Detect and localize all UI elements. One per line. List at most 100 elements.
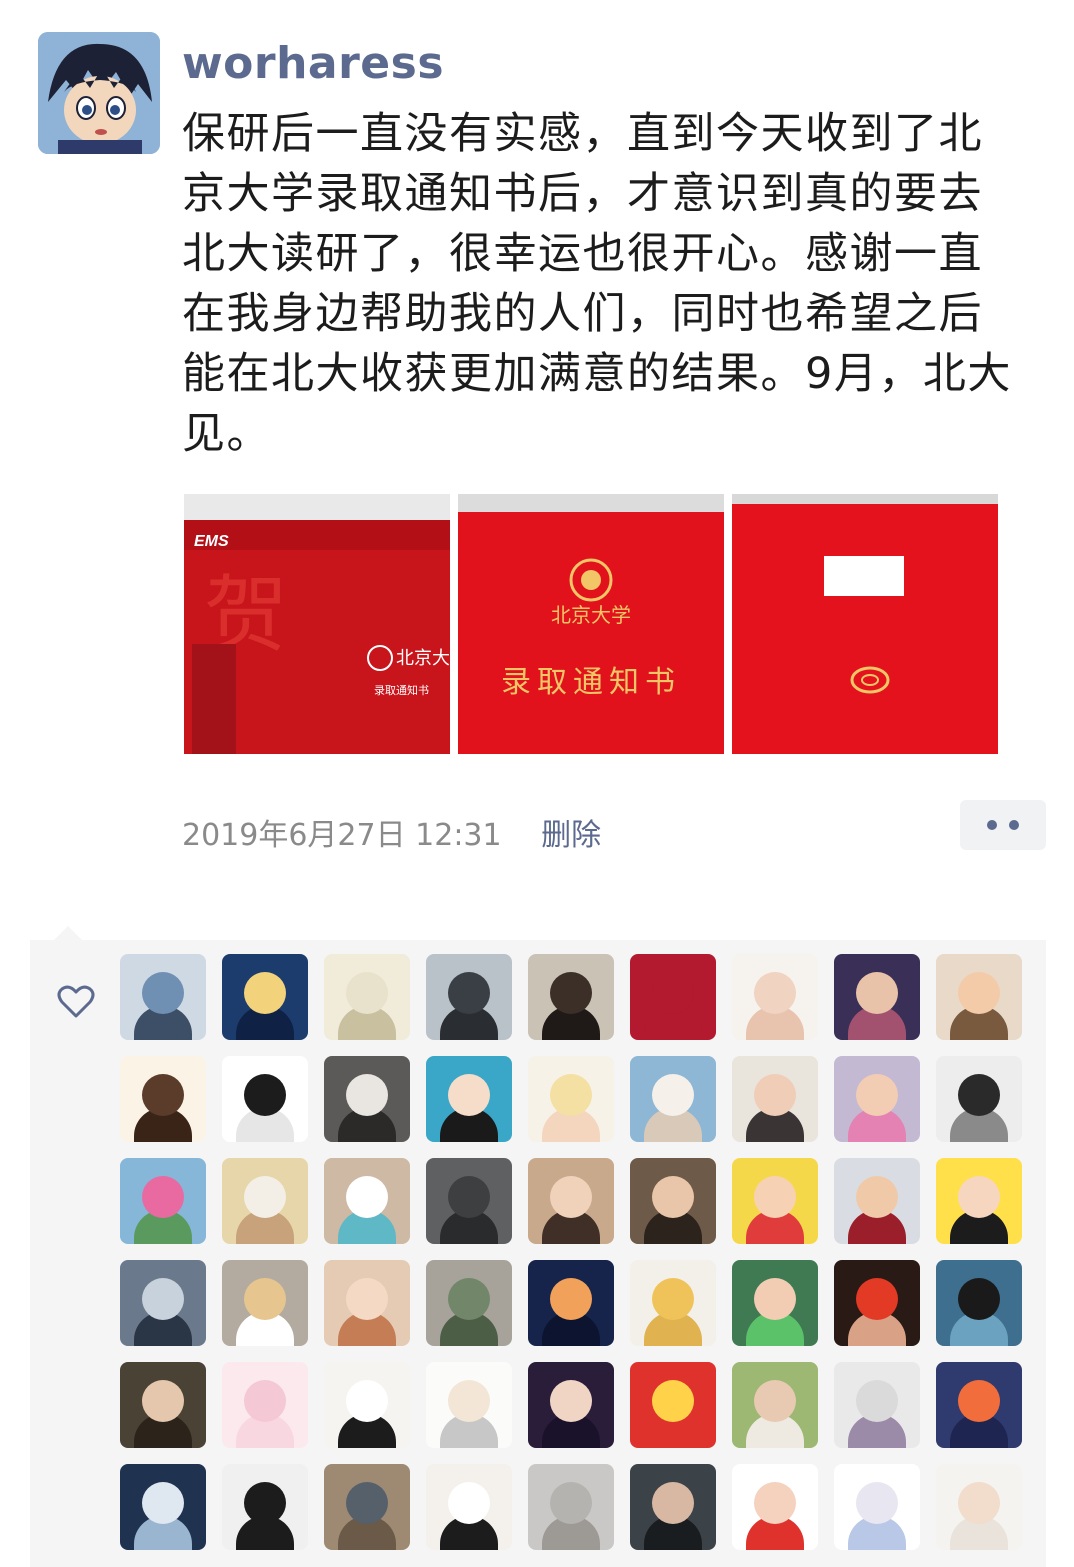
post-timestamp: 2019年6月27日 12:31	[182, 818, 502, 853]
svg-text:录取通知书: 录取通知书	[501, 665, 681, 700]
liker-avatar[interactable]	[936, 954, 1022, 1040]
liker-avatar[interactable]	[732, 1056, 818, 1142]
post-text: 保研后一直没有实感，直到今天收到了北 京大学录取通知书后，才意识到真的要去 北大…	[182, 109, 1012, 459]
post-username[interactable]: worharess	[182, 38, 444, 89]
liker-avatar[interactable]	[222, 1464, 308, 1550]
liker-avatar[interactable]	[120, 954, 206, 1040]
avatar-figure-head	[958, 1176, 1000, 1218]
liker-avatar[interactable]	[936, 1260, 1022, 1346]
liker-avatar[interactable]	[222, 1158, 308, 1244]
ems-envelope-image: EMS 贺 北京大 录取通知书	[184, 494, 450, 754]
avatar-figure-head	[346, 1074, 388, 1116]
avatar-figure-head	[244, 972, 286, 1014]
liker-avatar[interactable]	[732, 1260, 818, 1346]
liker-avatar[interactable]	[732, 1464, 818, 1550]
avatar-figure-head	[652, 1176, 694, 1218]
avatar-figure-head	[754, 1278, 796, 1320]
delete-link[interactable]: 删除	[541, 818, 601, 853]
liker-avatar[interactable]	[732, 1158, 818, 1244]
liker-avatar[interactable]	[324, 1362, 410, 1448]
liker-avatar[interactable]	[426, 1464, 512, 1550]
liker-avatar[interactable]	[528, 1056, 614, 1142]
admission-cover-image: 北京大学 录取通知书	[458, 494, 724, 754]
liker-avatar[interactable]	[834, 1464, 920, 1550]
liker-avatar[interactable]	[120, 1362, 206, 1448]
liker-avatar[interactable]	[426, 1158, 512, 1244]
liker-avatar[interactable]	[936, 1056, 1022, 1142]
liker-avatar[interactable]	[630, 1260, 716, 1346]
photo-admission-cover[interactable]: 北京大学 录取通知书	[458, 494, 724, 754]
avatar-figure-head	[550, 1074, 592, 1116]
liker-avatar[interactable]	[426, 1362, 512, 1448]
liker-avatar[interactable]	[732, 954, 818, 1040]
avatar-figure-head	[652, 1380, 694, 1422]
avatar-figure-head	[550, 1482, 592, 1524]
liker-avatar[interactable]	[936, 1464, 1022, 1550]
avatar-figure-head	[550, 1176, 592, 1218]
avatar-figure-head	[142, 1278, 184, 1320]
avatar-figure-head	[856, 1278, 898, 1320]
avatar-figure-head	[856, 1176, 898, 1218]
avatar-figure-head	[652, 1482, 694, 1524]
liker-avatar[interactable]	[528, 1260, 614, 1346]
post-avatar[interactable]	[38, 32, 160, 154]
liker-avatar[interactable]	[324, 1260, 410, 1346]
liker-avatar[interactable]	[120, 1056, 206, 1142]
liker-avatar[interactable]	[630, 1464, 716, 1550]
photo-ems-envelope[interactable]: EMS 贺 北京大 录取通知书	[184, 494, 450, 754]
avatar-figure-head	[958, 1074, 1000, 1116]
avatar-figure-head	[958, 972, 1000, 1014]
liker-avatar[interactable]	[426, 1260, 512, 1346]
liker-avatar[interactable]	[120, 1260, 206, 1346]
liker-avatar[interactable]	[834, 1260, 920, 1346]
avatar-figure-head	[550, 1380, 592, 1422]
liker-avatar[interactable]	[834, 1158, 920, 1244]
liker-avatar[interactable]	[324, 954, 410, 1040]
liker-avatar[interactable]	[936, 1158, 1022, 1244]
liker-avatar[interactable]	[426, 1056, 512, 1142]
avatar-figure-head	[346, 1380, 388, 1422]
liker-avatar[interactable]	[834, 1056, 920, 1142]
liker-avatar[interactable]	[324, 1056, 410, 1142]
avatar-figure-head	[142, 972, 184, 1014]
liker-avatar[interactable]	[834, 954, 920, 1040]
liker-avatar[interactable]	[834, 1362, 920, 1448]
svg-text:北京大: 北京大	[396, 648, 450, 669]
liker-avatar[interactable]	[936, 1362, 1022, 1448]
liker-avatar[interactable]	[222, 1056, 308, 1142]
avatar-figure-head	[142, 1074, 184, 1116]
svg-text:EMS: EMS	[194, 533, 229, 550]
avatar-figure-head	[142, 1176, 184, 1218]
avatar-figure-head	[346, 972, 388, 1014]
liker-avatar[interactable]	[120, 1464, 206, 1550]
liker-avatar[interactable]	[222, 1362, 308, 1448]
liker-avatar[interactable]	[222, 954, 308, 1040]
liker-avatar[interactable]	[630, 1158, 716, 1244]
more-button[interactable]	[960, 800, 1046, 850]
liker-avatar[interactable]	[630, 954, 716, 1040]
avatar-figure-head	[550, 972, 592, 1014]
photo-envelope-back[interactable]	[732, 494, 998, 754]
avatar-figure-head	[448, 1380, 490, 1422]
liker-avatar[interactable]	[732, 1362, 818, 1448]
avatar-figure-head	[448, 1074, 490, 1116]
liker-avatar[interactable]	[426, 954, 512, 1040]
liker-avatar[interactable]	[324, 1158, 410, 1244]
conan-avatar-icon	[38, 32, 160, 154]
liker-avatar[interactable]	[630, 1362, 716, 1448]
liker-avatar[interactable]	[528, 1464, 614, 1550]
liker-avatar[interactable]	[528, 1362, 614, 1448]
avatar-figure-head	[856, 1380, 898, 1422]
liker-avatar[interactable]	[528, 954, 614, 1040]
avatar-figure-head	[958, 1380, 1000, 1422]
avatar-figure-head	[244, 1176, 286, 1218]
avatar-figure-head	[652, 972, 694, 1014]
liker-avatar[interactable]	[324, 1464, 410, 1550]
avatar-figure-head	[856, 1074, 898, 1116]
liker-avatar[interactable]	[528, 1158, 614, 1244]
liker-avatar[interactable]	[222, 1260, 308, 1346]
liker-avatar[interactable]	[120, 1158, 206, 1244]
avatar-figure-head	[550, 1278, 592, 1320]
liker-avatar[interactable]	[630, 1056, 716, 1142]
avatar-figure-head	[754, 1482, 796, 1524]
